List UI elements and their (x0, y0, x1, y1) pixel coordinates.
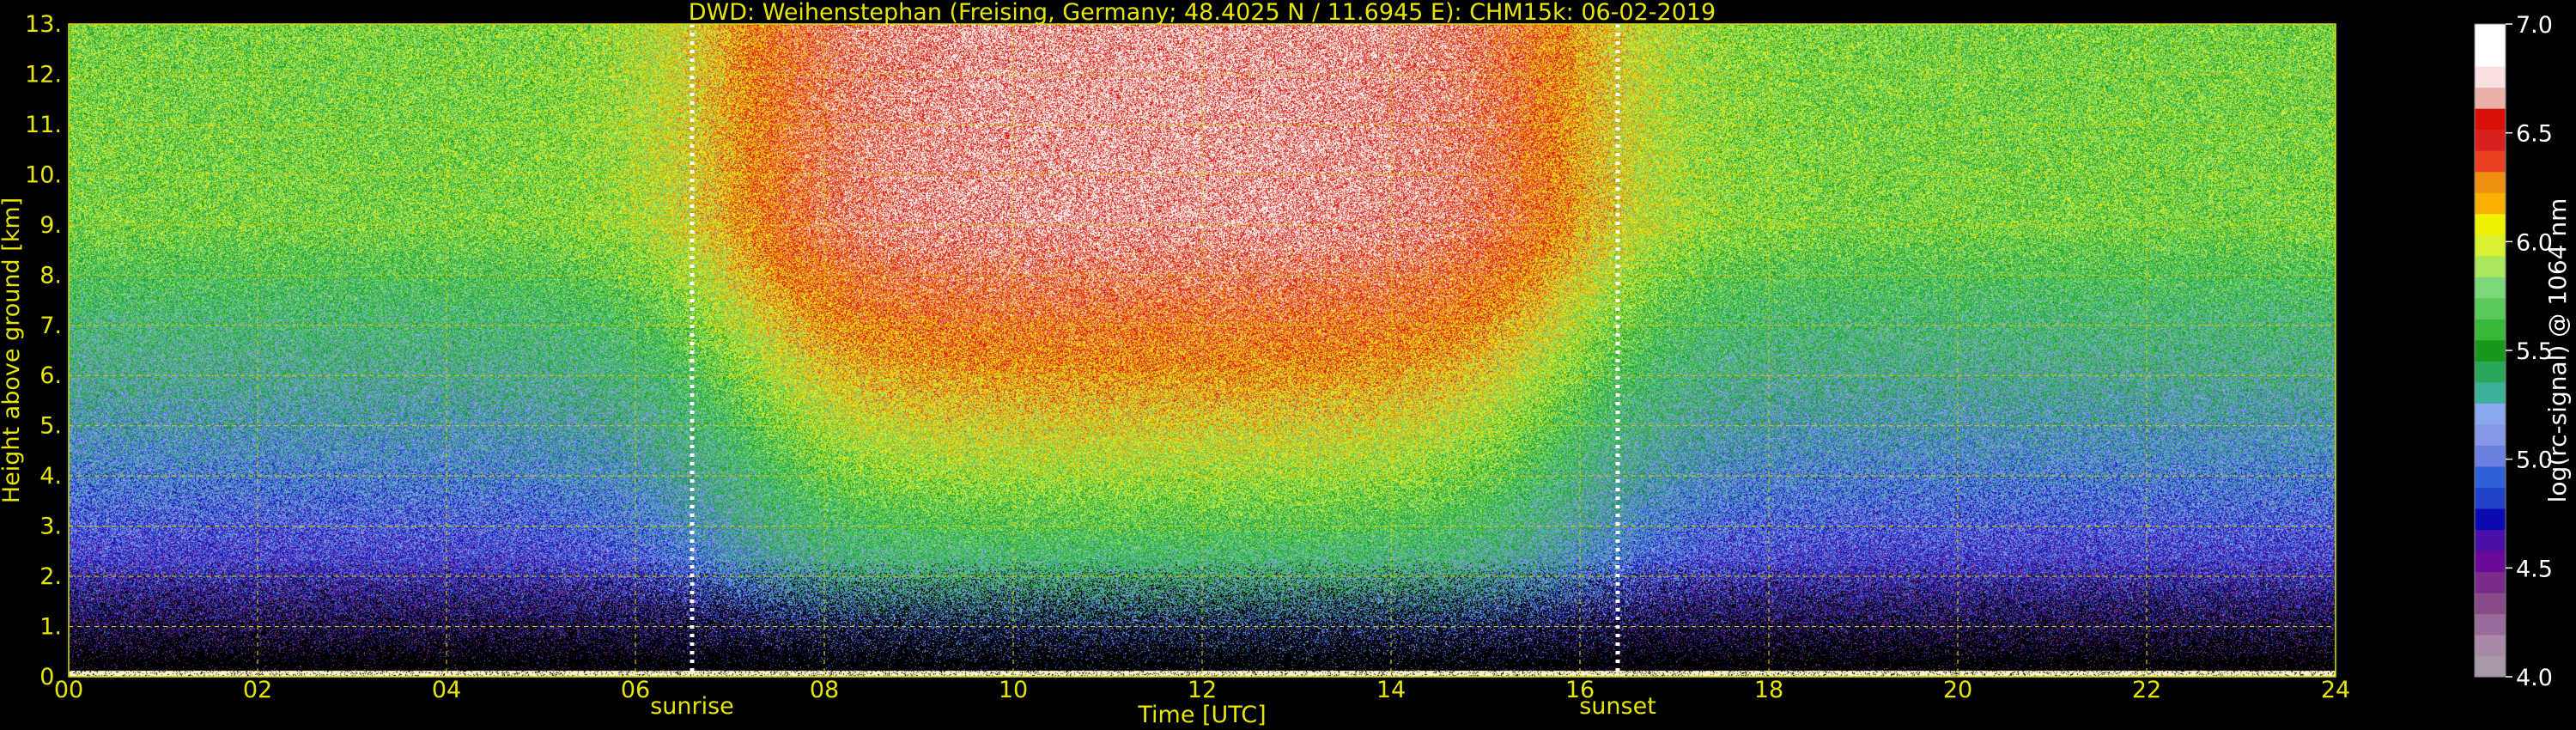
y-tick-label: 12. (25, 61, 62, 88)
y-tick-label: 11. (25, 112, 62, 138)
x-tick-label: 12 (1188, 677, 1217, 703)
x-tick-label: 20 (1943, 677, 1972, 703)
y-tick-label: 8. (39, 262, 62, 289)
colorbar-swatch (2475, 45, 2506, 67)
colorbar-swatch (2475, 403, 2506, 425)
y-tick-label: 1. (39, 614, 62, 641)
colorbar-swatch (2475, 381, 2506, 404)
colorbar-swatch (2475, 613, 2506, 636)
colorbar-swatch (2475, 550, 2506, 573)
x-axis-label: Time [UTC] (1137, 702, 1266, 728)
x-tick-label: 10 (999, 677, 1028, 703)
colorbar-swatch (2475, 465, 2506, 488)
colorbar-swatch (2475, 108, 2506, 131)
colorbar-swatch (2475, 87, 2506, 109)
colorbar-swatch (2475, 171, 2506, 193)
chart-title: DWD: Weihenstephan (Freising, Germany; 4… (689, 0, 1716, 26)
colorbar-tick-label: 4.5 (2516, 556, 2553, 582)
colorbar-tick-label: 4.0 (2516, 665, 2553, 691)
colorbar-swatch (2475, 423, 2506, 446)
colorbar: 4.04.55.05.56.06.57.0 (2474, 12, 2553, 691)
y-tick-label: 10. (25, 161, 62, 188)
y-tick-label: 13. (25, 11, 62, 38)
y-tick-label: 0. (39, 664, 62, 690)
x-tick-label: 16 (1565, 677, 1595, 703)
colorbar-tick-label: 7.0 (2516, 12, 2553, 39)
colorbar-swatch (2475, 529, 2506, 551)
colorbar-swatch (2475, 24, 2506, 46)
colorbar-swatch (2475, 297, 2506, 319)
colorbar-swatch (2475, 571, 2506, 593)
x-tick-label: 06 (621, 677, 650, 703)
x-tick-label: 22 (2132, 677, 2161, 703)
x-tick-label: 18 (1754, 677, 1783, 703)
grid (68, 23, 2336, 678)
x-tick-label: 02 (243, 677, 272, 703)
colorbar-swatch (2475, 361, 2506, 383)
chart-overlay: sunrise sunset 00 02 04 06 08 10 12 14 16 18 20 22 24… (0, 0, 2572, 728)
x-tick-label: 08 (810, 677, 839, 703)
event-markers: sunrise sunset (650, 24, 1656, 720)
colorbar-swatch (2475, 487, 2506, 509)
ceilometer-figure: sunrise sunset 00 02 04 06 08 10 12 14 16 18 20 22 24… (0, 0, 2576, 730)
x-tick-label: 24 (2321, 677, 2350, 703)
colorbar-swatch (2475, 255, 2506, 277)
y-tick-label: 2. (39, 563, 62, 590)
colorbar-swatch (2475, 234, 2506, 257)
colorbar-swatch (2475, 129, 2506, 151)
colorbar-swatch (2475, 508, 2506, 530)
colorbar-label: log(rc-signal) @ 1064 nm (2543, 198, 2572, 503)
colorbar-swatch (2475, 634, 2506, 657)
event-label-sunrise: sunrise (650, 693, 734, 720)
x-tick-label: 14 (1376, 677, 1406, 703)
colorbar-swatch (2475, 319, 2506, 341)
y-tick-label: 3. (39, 514, 62, 540)
colorbar-swatch (2475, 277, 2506, 299)
y-tick-label: 6. (39, 362, 62, 389)
colorbar-tick-label: 6.5 (2516, 121, 2553, 148)
colorbar-swatch (2475, 592, 2506, 615)
colorbar-swatch (2475, 150, 2506, 173)
y-axis-label: Height above ground [km] (0, 198, 25, 503)
colorbar-swatch (2475, 192, 2506, 215)
x-tick-labels: 00 02 04 06 08 10 12 14 16 18 20 22 24 (54, 677, 2350, 703)
y-tick-label: 5. (39, 413, 62, 440)
colorbar-swatch (2475, 339, 2506, 362)
y-tick-label: 4. (39, 463, 62, 490)
y-tick-label: 7. (39, 313, 62, 339)
y-tick-label: 9. (39, 212, 62, 239)
x-tick-label: 04 (432, 677, 461, 703)
y-tick-labels: 0. 1. 2. 3. 4. 5. 6. 7. 8. 9. 10. 11. 12. 13. (25, 11, 62, 690)
colorbar-swatch (2475, 655, 2506, 678)
colorbar-swatch (2475, 445, 2506, 467)
colorbar-swatch (2475, 213, 2506, 235)
colorbar-swatch (2475, 66, 2506, 88)
